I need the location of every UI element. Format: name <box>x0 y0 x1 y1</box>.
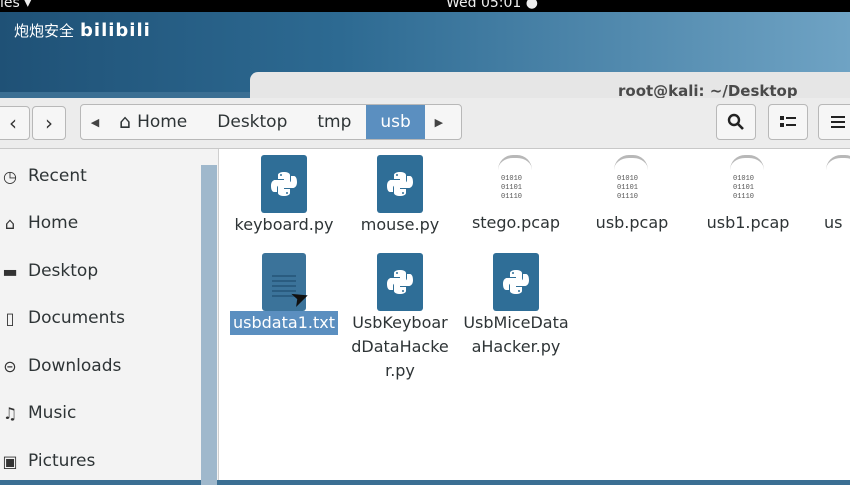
sidebar-item-home[interactable]: ⌂ Home <box>0 208 78 238</box>
download-icon: ⊝ <box>3 356 17 376</box>
file-item-stego-pcap[interactable]: 01010 01101 01110 stego.pcap <box>458 155 574 235</box>
sidebar-item-label: Desktop <box>28 261 99 281</box>
sidebar-item-desktop[interactable]: ▬ Desktop <box>0 256 98 286</box>
triangle-right-icon: ▶ <box>434 115 444 129</box>
file-item-usbkeyboarddatahacker-py[interactable]: UsbKeyboar dDataHacke r.py <box>342 253 458 383</box>
sidebar-item-label: Pictures <box>28 451 96 471</box>
watermark-brand: bilibili <box>80 20 151 41</box>
file-item-usb-pcap[interactable]: 01010 01101 01110 usb.pcap <box>574 155 690 235</box>
binary-file-icon <box>822 155 850 211</box>
sidebar-scrollbar[interactable] <box>201 165 217 485</box>
document-icon: ▯ <box>5 308 15 328</box>
sidebar-item-label: Documents <box>28 308 125 328</box>
python-file-icon <box>261 155 307 213</box>
sidebar-item-label: Music <box>28 403 77 423</box>
file-name: us <box>824 213 843 232</box>
search-button[interactable] <box>716 104 756 140</box>
file-name: usbdata1.txt <box>230 311 338 335</box>
file-item-usbdata1-txt[interactable]: usbdata1.txt <box>226 253 342 335</box>
breadcrumb-desktop[interactable]: Desktop <box>202 105 302 139</box>
hamburger-menu-icon <box>831 116 845 128</box>
sidebar-item-label: Recent <box>28 166 87 186</box>
back-button[interactable]: ‹ <box>0 106 30 140</box>
menu-button[interactable] <box>818 104 850 140</box>
path-bar: ◀ ⌂ Home Desktop tmp usb ▶ <box>80 104 462 140</box>
folder-icon: ▬ <box>2 261 18 281</box>
file-name-line2: dDataHacke <box>351 337 449 356</box>
sidebar-item-recent[interactable]: ◷ Recent <box>0 161 87 191</box>
file-item-partial[interactable]: us <box>806 155 850 235</box>
binary-file-icon: 01010 01101 01110 <box>494 155 538 211</box>
chevron-right-icon: › <box>45 111 53 135</box>
file-name: usb1.pcap <box>706 213 790 232</box>
path-scroll-left-button[interactable]: ◀ <box>81 105 109 139</box>
file-item-usbmicedatahacker-py[interactable]: UsbMiceData aHacker.py <box>458 253 574 359</box>
file-grid: keyboard.py mouse.py 01010 01101 01110 s… <box>219 149 850 480</box>
home-icon: ⌂ <box>119 111 132 133</box>
breadcrumb-label: tmp <box>317 112 352 132</box>
file-manager-window: ‹ › ◀ ⌂ Home Desktop tmp usb ▶ ◷ Recent … <box>0 98 850 485</box>
file-name: mouse.py <box>360 215 440 234</box>
binary-file-icon: 01010 01101 01110 <box>726 155 770 211</box>
file-item-mouse-py[interactable]: mouse.py <box>342 155 458 237</box>
watermark-text: 炮炮安全 <box>14 22 75 40</box>
python-file-icon <box>377 253 423 311</box>
list-view-icon <box>780 116 796 127</box>
breadcrumb-tmp[interactable]: tmp <box>302 105 366 139</box>
sidebar-item-pictures[interactable]: ▣ Pictures <box>0 446 95 476</box>
binary-bits: 01010 01101 01110 <box>617 175 639 201</box>
file-item-usb1-pcap[interactable]: 01010 01101 01110 usb1.pcap <box>690 155 806 235</box>
sidebar-item-downloads[interactable]: ⊝ Downloads <box>0 351 121 381</box>
file-name: stego.pcap <box>471 213 561 232</box>
binary-bits: 01010 01101 01110 <box>501 175 523 201</box>
music-icon: ♫ <box>2 403 18 423</box>
sidebar-item-documents[interactable]: ▯ Documents <box>0 303 125 333</box>
camera-icon: ▣ <box>2 451 18 471</box>
file-name-line2: aHacker.py <box>471 337 561 356</box>
breadcrumb-label: Home <box>137 112 188 132</box>
top-panel: ies ▾ Wed 05:01 ● <box>0 0 850 12</box>
python-file-icon <box>377 155 423 213</box>
file-name-line1: UsbMiceData <box>463 313 569 332</box>
path-scroll-right-button[interactable]: ▶ <box>425 105 453 139</box>
chevron-left-icon: ‹ <box>9 111 17 135</box>
breadcrumb-usb[interactable]: usb <box>366 105 425 139</box>
header-bar: ‹ › ◀ ⌂ Home Desktop tmp usb ▶ <box>0 98 850 149</box>
activities-menu[interactable]: ies ▾ <box>0 0 31 10</box>
breadcrumb-home[interactable]: ⌂ Home <box>109 105 202 139</box>
binary-bits: 01010 01101 01110 <box>733 175 755 201</box>
binary-file-icon: 01010 01101 01110 <box>610 155 654 211</box>
search-icon <box>727 113 744 130</box>
file-name: usb.pcap <box>595 213 669 232</box>
file-name-line3: r.py <box>385 361 415 380</box>
file-name-line1: UsbKeyboar <box>352 313 448 332</box>
breadcrumb-label: usb <box>380 112 411 132</box>
python-file-icon <box>493 253 539 311</box>
video-watermark: 炮炮安全 bilibili <box>14 20 151 41</box>
view-toggle-button[interactable] <box>768 104 808 140</box>
sidebar-item-label: Downloads <box>28 356 122 376</box>
breadcrumb-label: Desktop <box>217 112 288 132</box>
sidebar-item-label: Home <box>28 213 79 233</box>
clock-icon: ◷ <box>3 166 17 186</box>
sidebar-item-music[interactable]: ♫ Music <box>0 398 77 428</box>
file-item-keyboard-py[interactable]: keyboard.py <box>226 155 342 237</box>
home-icon: ⌂ <box>4 213 16 233</box>
sidebar: ◷ Recent ⌂ Home ▬ Desktop ▯ Documents ⊝ … <box>0 149 219 485</box>
triangle-left-icon: ◀ <box>90 115 100 129</box>
file-name: keyboard.py <box>234 215 334 234</box>
forward-button[interactable]: › <box>32 106 66 140</box>
clock[interactable]: Wed 05:01 ● <box>446 0 538 10</box>
